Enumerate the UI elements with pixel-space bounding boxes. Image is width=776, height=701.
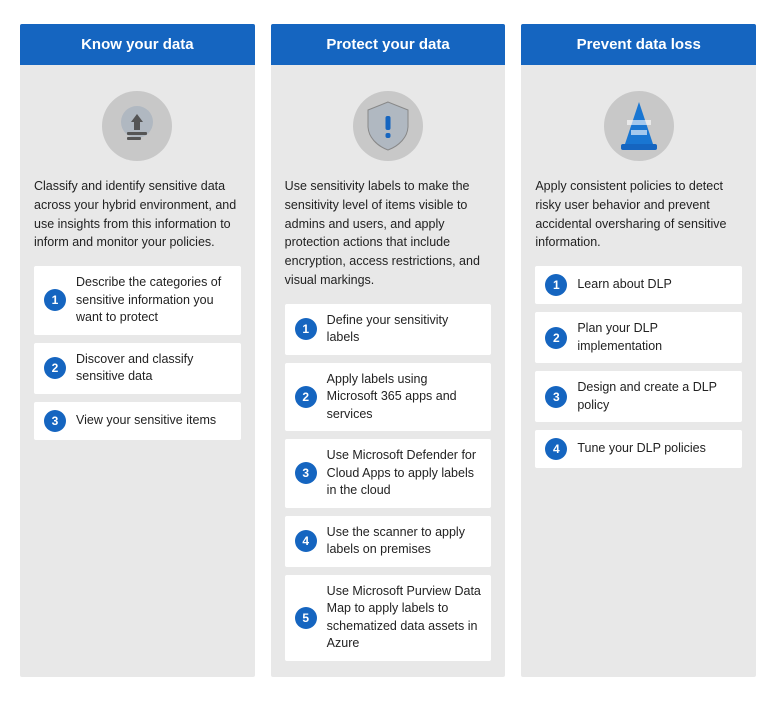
step-number: 1 bbox=[295, 318, 317, 340]
icon-area-prevent-data-loss bbox=[535, 81, 742, 167]
step-item[interactable]: 3 View your sensitive items bbox=[34, 402, 241, 440]
traffic-cone-icon bbox=[604, 91, 674, 161]
step-number: 3 bbox=[545, 386, 567, 408]
column-prevent-data-loss: Prevent data loss Apply consistent polic… bbox=[521, 24, 756, 677]
step-number: 1 bbox=[44, 289, 66, 311]
step-number: 1 bbox=[545, 274, 567, 296]
column-body-know-your-data: Classify and identify sensitive data acr… bbox=[20, 65, 255, 677]
main-container: Know your data Classify and identify sen… bbox=[0, 0, 776, 701]
shield-alert-icon bbox=[353, 91, 423, 161]
step-label: View your sensitive items bbox=[76, 412, 216, 430]
step-number: 5 bbox=[295, 607, 317, 629]
step-item[interactable]: 2 Discover and classify sensitive data bbox=[34, 343, 241, 394]
step-number: 3 bbox=[295, 462, 317, 484]
step-item[interactable]: 1 Define your sensitivity labels bbox=[285, 304, 492, 355]
step-number: 2 bbox=[545, 327, 567, 349]
step-label: Use Microsoft Defender for Cloud Apps to… bbox=[327, 447, 482, 500]
step-item[interactable]: 4 Tune your DLP policies bbox=[535, 430, 742, 468]
step-item[interactable]: 1 Describe the categories of sensitive in… bbox=[34, 266, 241, 335]
step-label: Use Microsoft Purview Data Map to apply … bbox=[327, 583, 482, 653]
step-item[interactable]: 4 Use the scanner to apply labels on prem… bbox=[285, 516, 492, 567]
step-item[interactable]: 5 Use Microsoft Purview Data Map to apply… bbox=[285, 575, 492, 661]
column-header-know-your-data: Know your data bbox=[20, 24, 255, 65]
data-classify-icon bbox=[102, 91, 172, 161]
column-header-prevent-data-loss: Prevent data loss bbox=[521, 24, 756, 65]
icon-area-know-your-data bbox=[34, 81, 241, 167]
step-label: Define your sensitivity labels bbox=[327, 312, 482, 347]
step-label: Tune your DLP policies bbox=[577, 440, 706, 458]
step-number: 3 bbox=[44, 410, 66, 432]
column-protect-your-data: Protect your data Use sensitivity labels… bbox=[271, 24, 506, 677]
step-item[interactable]: 2 Apply labels using Microsoft 365 apps a… bbox=[285, 363, 492, 432]
step-list-know-your-data: 1 Describe the categories of sensitive in… bbox=[34, 266, 241, 440]
icon-area-protect-your-data bbox=[285, 81, 492, 167]
step-item[interactable]: 1 Learn about DLP bbox=[535, 266, 742, 304]
step-list-prevent-data-loss: 1 Learn about DLP 2 Plan your DLP implement… bbox=[535, 266, 742, 468]
step-number: 2 bbox=[44, 357, 66, 379]
step-label: Learn about DLP bbox=[577, 276, 672, 294]
step-label: Describe the categories of sensitive inf… bbox=[76, 274, 231, 327]
column-know-your-data: Know your data Classify and identify sen… bbox=[20, 24, 255, 677]
description-protect-your-data: Use sensitivity labels to make the sensi… bbox=[285, 177, 492, 290]
column-header-protect-your-data: Protect your data bbox=[271, 24, 506, 65]
step-item[interactable]: 3 Design and create a DLP policy bbox=[535, 371, 742, 422]
step-label: Discover and classify sensitive data bbox=[76, 351, 231, 386]
step-label: Use the scanner to apply labels on premi… bbox=[327, 524, 482, 559]
step-item[interactable]: 2 Plan your DLP implementation bbox=[535, 312, 742, 363]
description-prevent-data-loss: Apply consistent policies to detect risk… bbox=[535, 177, 742, 252]
step-label: Design and create a DLP policy bbox=[577, 379, 732, 414]
column-body-protect-your-data: Use sensitivity labels to make the sensi… bbox=[271, 65, 506, 677]
step-item[interactable]: 3 Use Microsoft Defender for Cloud Apps t… bbox=[285, 439, 492, 508]
step-label: Plan your DLP implementation bbox=[577, 320, 732, 355]
step-list-protect-your-data: 1 Define your sensitivity labels 2 Apply la… bbox=[285, 304, 492, 661]
step-number: 4 bbox=[295, 530, 317, 552]
step-number: 2 bbox=[295, 386, 317, 408]
step-label: Apply labels using Microsoft 365 apps an… bbox=[327, 371, 482, 424]
description-know-your-data: Classify and identify sensitive data acr… bbox=[34, 177, 241, 252]
step-number: 4 bbox=[545, 438, 567, 460]
column-body-prevent-data-loss: Apply consistent policies to detect risk… bbox=[521, 65, 756, 677]
